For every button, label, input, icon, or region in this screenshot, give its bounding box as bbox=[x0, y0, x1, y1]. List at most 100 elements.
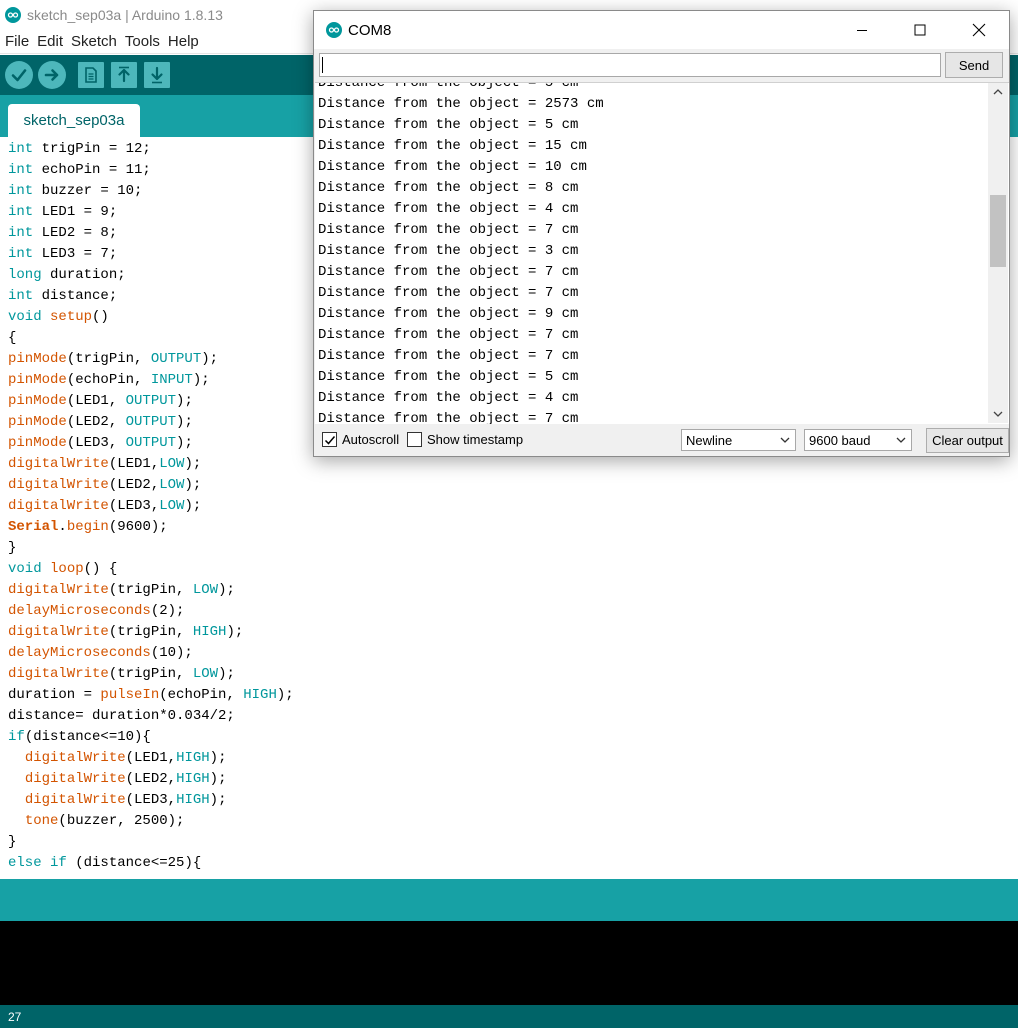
code-token: LED1 = 9; bbox=[33, 204, 118, 220]
code-token: ); bbox=[209, 750, 227, 766]
code-token: (2); bbox=[150, 603, 185, 619]
serial-line: Distance from the object = 5 cm bbox=[318, 369, 579, 385]
show-timestamp-checkbox[interactable] bbox=[407, 432, 422, 447]
code-token: digitalWrite bbox=[8, 477, 109, 493]
code-token: pinMode bbox=[8, 414, 67, 430]
code-token: if bbox=[50, 855, 67, 871]
code-token: digitalWrite bbox=[8, 582, 109, 598]
code-token: HIGH bbox=[176, 792, 210, 808]
code-token: digitalWrite bbox=[8, 624, 109, 640]
code-token: ); bbox=[184, 477, 202, 493]
code-token: OUTPUT bbox=[125, 435, 177, 451]
line-number: 27 bbox=[8, 1009, 22, 1024]
upload-button[interactable] bbox=[38, 61, 66, 89]
code-line: { bbox=[8, 328, 294, 349]
serial-line: Distance from the object = 7 cm bbox=[318, 285, 579, 301]
maximize-button[interactable] bbox=[897, 11, 943, 49]
code-line: else if (distance<=25){ bbox=[8, 853, 294, 874]
code-token: int bbox=[8, 141, 34, 157]
code-token: LOW bbox=[159, 456, 185, 472]
menu-help[interactable]: Help bbox=[168, 33, 199, 50]
chevron-up-icon bbox=[993, 89, 1003, 95]
code-token: (LED1, bbox=[125, 750, 177, 766]
code-token: ); bbox=[209, 792, 227, 808]
code-token: void bbox=[8, 309, 42, 325]
scroll-down-button[interactable] bbox=[988, 405, 1008, 423]
serial-line: Distance from the object = 7 cm bbox=[318, 222, 579, 238]
autoscroll-checkbox[interactable] bbox=[322, 432, 337, 447]
code-token: begin bbox=[66, 519, 109, 535]
code-token: ); bbox=[176, 414, 193, 430]
code-token: LOW bbox=[159, 477, 185, 493]
send-button[interactable]: Send bbox=[945, 52, 1003, 78]
code-token: pulseIn bbox=[100, 687, 160, 703]
code-token: digitalWrite bbox=[8, 666, 109, 682]
code-line: digitalWrite(trigPin, LOW); bbox=[8, 664, 294, 685]
console-output bbox=[0, 921, 1018, 1005]
new-file-icon bbox=[85, 67, 97, 83]
new-sketch-button[interactable] bbox=[78, 62, 104, 88]
serial-output-lines: Distance from the object = 5 cm Distance … bbox=[318, 83, 604, 424]
code-token: int bbox=[8, 225, 34, 241]
code-line: void setup() bbox=[8, 307, 294, 328]
serial-line: Distance from the object = 2573 cm bbox=[318, 96, 604, 112]
code-token: LED3 = 7; bbox=[33, 246, 118, 262]
serial-input[interactable] bbox=[319, 53, 941, 77]
serial-output-scrollbar[interactable] bbox=[988, 83, 1008, 423]
code-token: ); bbox=[218, 666, 235, 682]
code-token: (trigPin, bbox=[108, 582, 193, 598]
scroll-up-button[interactable] bbox=[988, 83, 1008, 101]
code-line: delayMicroseconds(2); bbox=[8, 601, 294, 622]
code-line: distance= duration*0.034/2; bbox=[8, 706, 294, 727]
code-line: digitalWrite(LED3,HIGH); bbox=[8, 790, 294, 811]
code-token: (LED3, bbox=[125, 792, 177, 808]
clear-output-button[interactable]: Clear output bbox=[926, 428, 1009, 453]
code-line: digitalWrite(LED3,LOW); bbox=[8, 496, 294, 517]
code-token: int bbox=[8, 204, 34, 220]
code-line: pinMode(LED3, OUTPUT); bbox=[8, 433, 294, 454]
serial-output[interactable]: Distance from the object = 5 cm Distance … bbox=[315, 82, 1009, 424]
code-line: tone(buzzer, 2500); bbox=[8, 811, 294, 832]
menu-file[interactable]: File bbox=[5, 33, 29, 50]
checkmark-icon bbox=[324, 435, 335, 445]
code-token: (echoPin, bbox=[159, 687, 244, 703]
tab-sketch[interactable]: sketch_sep03a bbox=[8, 104, 140, 137]
minimize-button[interactable] bbox=[839, 11, 885, 49]
code-token: int bbox=[8, 162, 34, 178]
code-token: (9600); bbox=[108, 519, 168, 535]
code-line: digitalWrite(LED2,LOW); bbox=[8, 475, 294, 496]
close-button[interactable] bbox=[956, 11, 1002, 49]
code-token: (echoPin, bbox=[66, 372, 151, 388]
code-line: Serial.begin(9600); bbox=[8, 517, 294, 538]
scroll-thumb[interactable] bbox=[990, 195, 1006, 267]
baud-rate-select[interactable]: 9600 baud bbox=[804, 429, 912, 451]
menu-edit[interactable]: Edit bbox=[37, 33, 63, 50]
code-line: if(distance<=10){ bbox=[8, 727, 294, 748]
line-ending-value: Newline bbox=[686, 432, 733, 448]
menu-sketch[interactable]: Sketch bbox=[71, 33, 117, 50]
code-token: { bbox=[8, 330, 17, 346]
open-sketch-button[interactable] bbox=[111, 62, 137, 88]
serial-line: Distance from the object = 8 cm bbox=[318, 180, 579, 196]
code-token: OUTPUT bbox=[125, 393, 177, 409]
status-bar bbox=[0, 879, 1018, 921]
verify-button[interactable] bbox=[5, 61, 33, 89]
code-token: trigPin = 12; bbox=[33, 141, 151, 157]
code-token: (trigPin, bbox=[66, 351, 151, 367]
code-token: } bbox=[8, 540, 17, 556]
close-icon bbox=[972, 23, 986, 37]
line-ending-select[interactable]: Newline bbox=[681, 429, 796, 451]
code-token: . bbox=[58, 519, 67, 535]
code-token: duration; bbox=[41, 267, 126, 283]
menu-tools[interactable]: Tools bbox=[125, 33, 160, 50]
code-line: int LED2 = 8; bbox=[8, 223, 294, 244]
serial-line: Distance from the object = 10 cm bbox=[318, 159, 587, 175]
code-token: LOW bbox=[192, 666, 219, 682]
save-sketch-button[interactable] bbox=[144, 62, 170, 88]
serial-line: Distance from the object = 7 cm bbox=[318, 327, 579, 343]
code-line: digitalWrite(trigPin, LOW); bbox=[8, 580, 294, 601]
serial-monitor-titlebar[interactable]: COM8 bbox=[314, 11, 1009, 49]
serial-line: Distance from the object = 7 cm bbox=[318, 411, 579, 424]
footer-bar: 27 bbox=[0, 1005, 1018, 1028]
